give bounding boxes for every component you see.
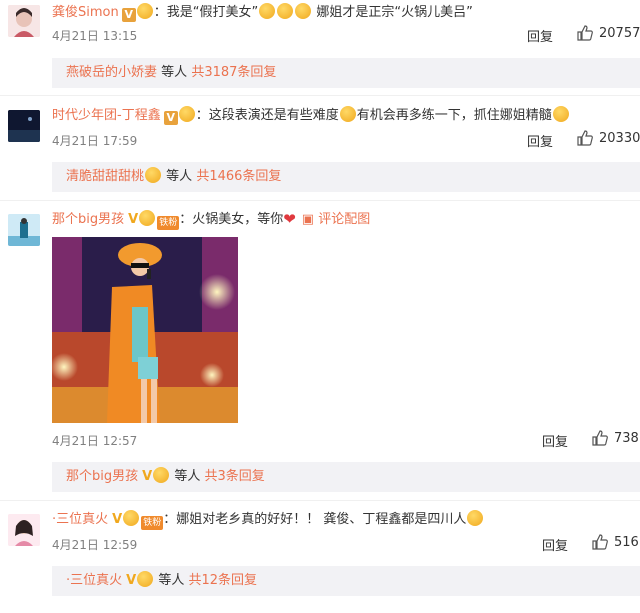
- avatar[interactable]: [8, 214, 40, 246]
- like-button[interactable]: 738: [592, 430, 639, 446]
- reply-button[interactable]: 回复: [527, 26, 553, 45]
- thumbs-up-icon: [592, 534, 608, 550]
- member-icon: [145, 167, 162, 183]
- timestamp: 4月21日 17:59: [52, 134, 138, 148]
- reply-username[interactable]: 那个big男孩: [66, 469, 138, 484]
- timestamp: 4月21日 12:59: [52, 538, 138, 552]
- fan-badge: 铁粉: [157, 216, 180, 230]
- reply-count[interactable]: 共3条回复: [204, 469, 264, 484]
- comment-line: ·三位真火 V 铁粉 ：娜姐对老乡真的好好！！ 龚俊、丁程鑫都是四川人: [52, 510, 484, 530]
- comment-text: 有机会再多练一下，抓住娜姐精髓: [356, 108, 552, 123]
- avatar[interactable]: [8, 110, 40, 142]
- emoji-icon: [277, 3, 294, 19]
- comment-text: ：这段表演还是有些难度: [195, 108, 339, 123]
- like-count: 738: [614, 430, 639, 446]
- member-icon: [136, 3, 153, 19]
- timestamp: 4月21日 12:57: [52, 434, 138, 448]
- reply-username[interactable]: 燕破岳的小娇妻: [66, 65, 157, 80]
- fan-badge: 铁粉: [141, 516, 164, 530]
- verified-icon: V: [121, 8, 136, 22]
- reply-button[interactable]: 回复: [542, 535, 568, 554]
- emoji-icon: [339, 106, 356, 122]
- replies-summary[interactable]: 燕破岳的小娇妻 等人 共3187条回复: [52, 58, 640, 88]
- reply-count[interactable]: 共12条回复: [189, 573, 258, 588]
- username-link[interactable]: ·三位真火: [52, 512, 108, 527]
- member-icon: [153, 467, 170, 483]
- reply-username[interactable]: 清脆甜甜甜桃: [66, 169, 144, 184]
- verified-icon: V: [126, 573, 137, 588]
- username-link[interactable]: 龚俊Simon: [52, 5, 119, 20]
- member-icon: [139, 210, 156, 226]
- comment-line: 龚俊Simon V ：我是“假打美女” 娜姐才是正宗“火锅儿美吕”: [52, 3, 473, 22]
- replies-summary[interactable]: ·三位真火 V 等人 共12条回复: [52, 566, 640, 596]
- verified-icon: V: [163, 111, 178, 125]
- replies-summary[interactable]: 那个big男孩 V 等人 共3条回复: [52, 462, 640, 492]
- timestamp: 4月21日 13:15: [52, 29, 138, 43]
- reply-mid-text: 等人: [174, 469, 201, 484]
- like-button[interactable]: 20757: [577, 25, 640, 41]
- comment-text: ：娜姐对老乡真的好好！！ 龚俊、丁程鑫都是四川人: [163, 512, 467, 527]
- comment-text: ：火锅美女，等你: [179, 212, 284, 227]
- emoji-icon: [295, 3, 312, 19]
- comment-picture-link[interactable]: ▣ 评论配图: [302, 212, 370, 227]
- comment-text: ：我是“假打美女”: [153, 5, 259, 20]
- like-count: 516: [614, 534, 639, 550]
- emoji-icon: [259, 3, 276, 19]
- comment-item: 龚俊Simon V ：我是“假打美女” 娜姐才是正宗“火锅儿美吕” 4月21日 13…: [0, 0, 640, 96]
- reply-count[interactable]: 共1466条回复: [196, 169, 281, 184]
- reply-button[interactable]: 回复: [527, 131, 553, 150]
- like-count: 20330: [599, 130, 640, 146]
- comment-line: 时代少年团-丁程鑫 V ：这段表演还是有些难度 有机会再多练一下，抓住娜姐精髓: [52, 106, 570, 125]
- thumbs-up-icon: [592, 430, 608, 446]
- reply-mid-text: 等人: [161, 65, 188, 80]
- comment-text: 娜姐才是正宗“火锅儿美吕”: [312, 5, 473, 20]
- verified-icon: V: [112, 512, 123, 527]
- member-icon: [137, 571, 154, 587]
- avatar[interactable]: [8, 514, 40, 546]
- image-icon: ▣: [301, 212, 315, 227]
- replies-summary[interactable]: 清脆甜甜甜桃 等人 共1466条回复: [52, 162, 640, 192]
- emoji-icon: [552, 106, 569, 122]
- reply-username[interactable]: ·三位真火: [66, 573, 122, 588]
- heart-icon: ❤: [283, 210, 296, 228]
- member-icon: [123, 510, 140, 526]
- comment-photo[interactable]: [52, 237, 238, 423]
- comment-line: 那个big男孩 V 铁粉 ：火锅美女，等你❤ ▣ 评论配图: [52, 210, 370, 230]
- like-button[interactable]: 20330: [577, 130, 640, 146]
- like-button[interactable]: 516: [592, 534, 639, 550]
- thumbs-up-icon: [577, 130, 593, 146]
- member-icon: [178, 106, 195, 122]
- like-count: 20757: [599, 25, 640, 41]
- thumbs-up-icon: [577, 25, 593, 41]
- comment-item: 那个big男孩 V 铁粉 ：火锅美女，等你❤ ▣ 评论配图 4月21日 12:57: [0, 200, 640, 500]
- emoji-icon: [467, 510, 484, 526]
- username-link[interactable]: 那个big男孩: [52, 212, 124, 227]
- reply-mid-text: 等人: [166, 169, 193, 184]
- username-link[interactable]: 时代少年团-丁程鑫: [52, 108, 161, 123]
- reply-mid-text: 等人: [158, 573, 185, 588]
- reply-count[interactable]: 共3187条回复: [191, 65, 276, 80]
- verified-icon: V: [128, 212, 139, 227]
- comment-item: ·三位真火 V 铁粉 ：娜姐对老乡真的好好！！ 龚俊、丁程鑫都是四川人 4月21日 1…: [0, 500, 640, 613]
- avatar[interactable]: [8, 5, 40, 37]
- comment-item: 时代少年团-丁程鑫 V ：这段表演还是有些难度 有机会再多练一下，抓住娜姐精髓 4月2…: [0, 96, 640, 200]
- reply-button[interactable]: 回复: [542, 431, 568, 450]
- verified-icon: V: [142, 469, 153, 484]
